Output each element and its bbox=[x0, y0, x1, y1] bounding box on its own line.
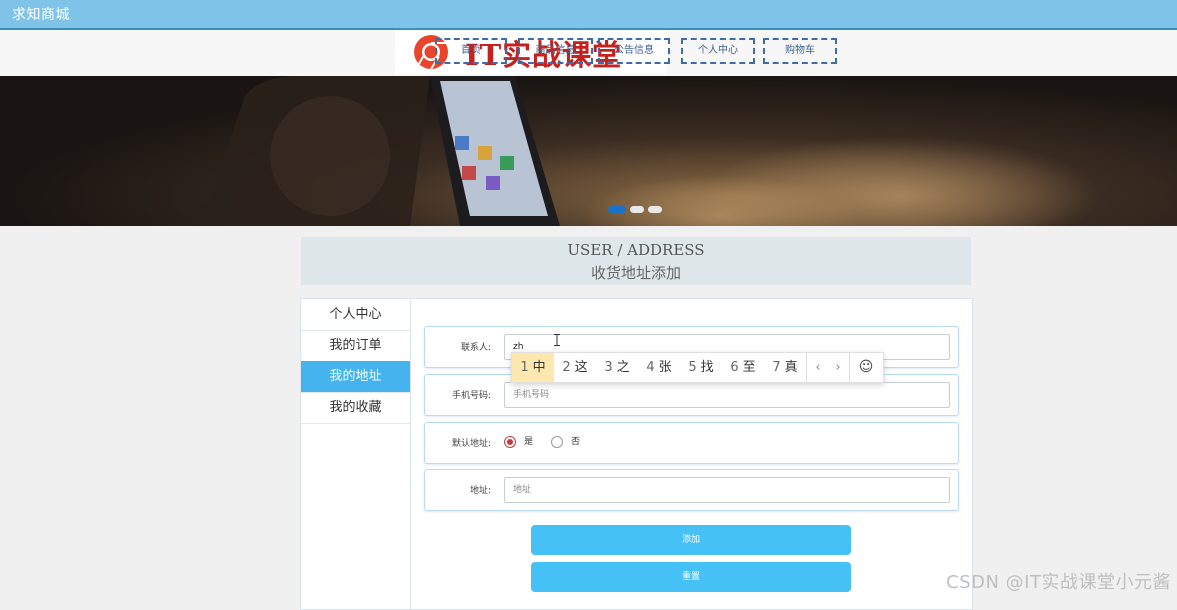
site-name[interactable]: 求知商城 bbox=[12, 4, 70, 24]
user-sidebar: 个人中心 我的订单 我的地址 我的收藏 bbox=[301, 299, 411, 609]
ime-candidate[interactable]: 1中 bbox=[512, 353, 554, 382]
address-row: 地址: bbox=[424, 469, 959, 511]
sidebar-item-address[interactable]: 我的地址 bbox=[301, 361, 410, 393]
radio-yes[interactable] bbox=[504, 436, 516, 448]
nav-announcements[interactable]: 公告信息 bbox=[598, 38, 670, 64]
banner-image bbox=[200, 76, 1100, 226]
ime-candidate[interactable]: 7真 bbox=[764, 353, 806, 382]
radio-no-label: 否 bbox=[571, 437, 581, 447]
section-title-en: USER / ADDRESS bbox=[567, 241, 705, 259]
ime-candidate-number: 5 bbox=[688, 360, 697, 375]
nav-cart[interactable]: 购物车 bbox=[763, 38, 837, 64]
ime-candidate-number: 3 bbox=[604, 360, 613, 375]
ime-candidate-number: 6 bbox=[730, 360, 739, 375]
phone-label: 手机号码: bbox=[451, 391, 491, 401]
default-address-label: 默认地址: bbox=[451, 439, 491, 449]
section-header: USER / ADDRESS 收货地址添加 bbox=[301, 237, 971, 285]
ime-candidate-text: 中 bbox=[532, 360, 546, 375]
text-cursor-icon bbox=[554, 334, 560, 346]
default-address-row: 默认地址: 是 否 bbox=[424, 422, 959, 464]
carousel-dot-2[interactable] bbox=[630, 206, 644, 213]
ime-candidate-bar: 1中 2这 3之 4张 5找 6至 7真 ‹ › ☺ bbox=[511, 352, 884, 383]
sidebar-item-user-center[interactable]: 个人中心 bbox=[301, 299, 410, 331]
ime-candidate-number: 1 bbox=[520, 360, 529, 375]
contact-label: 联系人: bbox=[460, 343, 491, 353]
ime-candidate-text: 至 bbox=[742, 360, 756, 375]
section-title-cn: 收货地址添加 bbox=[590, 264, 681, 282]
ime-next-page-icon[interactable]: › bbox=[826, 353, 850, 382]
top-bar: 求知商城 bbox=[0, 0, 1177, 30]
address-panel: 个人中心 我的订单 我的地址 我的收藏 联系人: 手机号码: 默认地址: 是 否… bbox=[300, 298, 973, 610]
add-button[interactable]: 添加 bbox=[531, 525, 851, 555]
carousel-dot-1[interactable] bbox=[608, 206, 626, 213]
ime-candidate[interactable]: 3之 bbox=[596, 353, 638, 382]
address-label: 地址: bbox=[469, 486, 491, 496]
carousel-dot-3[interactable] bbox=[648, 206, 662, 213]
watermark: CSDN @IT实战课堂小元酱 bbox=[946, 572, 1171, 593]
ime-candidate[interactable]: 2这 bbox=[554, 353, 596, 382]
sidebar-item-orders[interactable]: 我的订单 bbox=[301, 330, 410, 362]
reset-button[interactable]: 重置 bbox=[531, 562, 851, 592]
ime-candidate[interactable]: 4张 bbox=[638, 353, 680, 382]
ime-candidate-number: 7 bbox=[772, 360, 781, 375]
nav-products[interactable]: 商品信息 bbox=[518, 38, 593, 64]
phone-input[interactable] bbox=[504, 382, 950, 408]
sidebar-item-favorites[interactable]: 我的收藏 bbox=[301, 392, 410, 424]
ime-candidate-text: 这 bbox=[574, 360, 588, 375]
ime-candidate-text: 张 bbox=[658, 360, 672, 375]
address-input[interactable] bbox=[504, 477, 950, 503]
ime-candidate-text: 真 bbox=[784, 360, 798, 375]
ime-candidate-number: 4 bbox=[646, 360, 655, 375]
nav-user-center[interactable]: 个人中心 bbox=[681, 38, 755, 64]
ime-candidate-text: 找 bbox=[700, 360, 714, 375]
emoji-icon[interactable]: ☺ bbox=[850, 353, 882, 382]
ime-candidate[interactable]: 5找 bbox=[680, 353, 722, 382]
banner-carousel[interactable] bbox=[0, 76, 1177, 226]
ime-candidate-text: 之 bbox=[616, 360, 630, 375]
nav-home[interactable]: 首页 bbox=[435, 38, 507, 64]
ime-candidate[interactable]: 6至 bbox=[722, 353, 764, 382]
radio-no[interactable] bbox=[551, 436, 563, 448]
ime-candidate-number: 2 bbox=[562, 360, 571, 375]
radio-yes-label: 是 bbox=[524, 437, 534, 447]
